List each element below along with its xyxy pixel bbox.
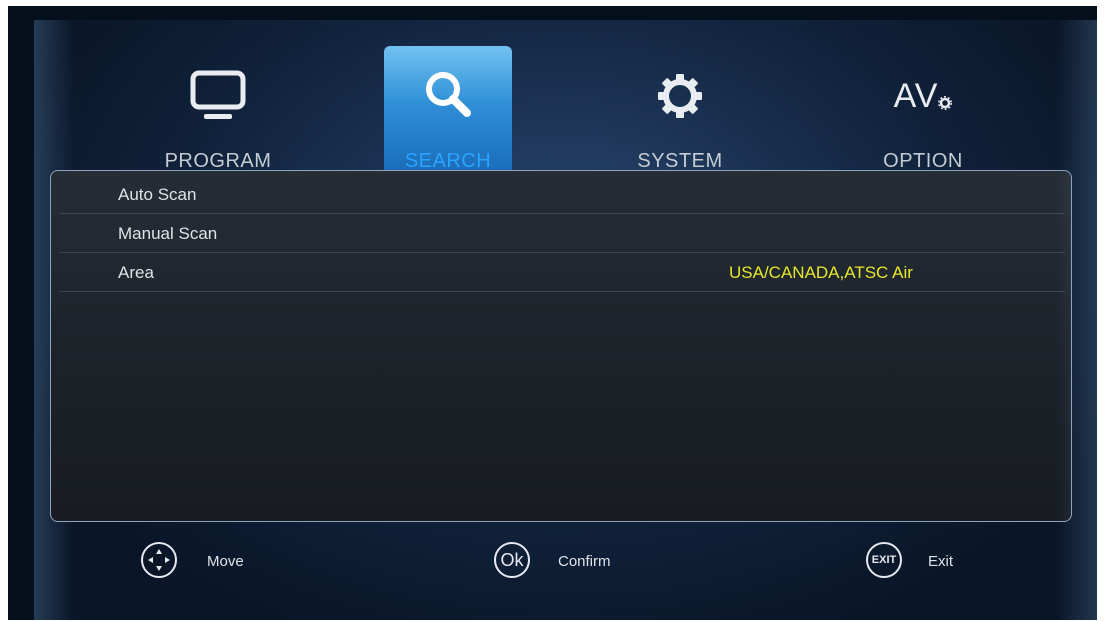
tab-program[interactable]: PROGRAM xyxy=(154,54,282,174)
magnifier-icon xyxy=(384,66,512,122)
tv-screen: PROGRAM SEARCH SYSTEM AV OPTION Auto Sca… xyxy=(8,6,1097,620)
exit-button-icon: EXIT xyxy=(866,542,902,578)
hint-confirm-label: Confirm xyxy=(558,553,611,570)
menu-item-label: Area xyxy=(118,263,154,282)
menu-item-manual-scan[interactable]: Manual Scan xyxy=(59,214,1065,253)
area-value: USA/CANADA,ATSC Air xyxy=(729,263,913,282)
menu-panel: Auto Scan Manual Scan Area USA/CANADA,AT… xyxy=(50,170,1072,522)
ok-button-icon: Ok xyxy=(494,542,530,578)
menu-item-label: Auto Scan xyxy=(118,185,197,204)
tv-monitor-icon xyxy=(154,68,282,124)
menu-item-area[interactable]: Area USA/CANADA,ATSC Air xyxy=(59,253,1065,292)
tab-system[interactable]: SYSTEM xyxy=(616,54,744,174)
tab-option[interactable]: AV OPTION xyxy=(859,54,987,174)
tab-search[interactable]: SEARCH xyxy=(384,46,512,174)
settings-menu: PROGRAM SEARCH SYSTEM AV OPTION Auto Sca… xyxy=(34,20,1097,620)
av-settings-icon: AV xyxy=(859,68,987,124)
dpad-icon xyxy=(141,542,177,578)
gear-icon xyxy=(616,68,744,124)
hint-exit-label: Exit xyxy=(928,553,954,570)
hint-move-label: Move xyxy=(207,553,244,570)
menu-item-label: Manual Scan xyxy=(118,224,218,243)
menu-item-auto-scan[interactable]: Auto Scan xyxy=(59,175,1065,214)
